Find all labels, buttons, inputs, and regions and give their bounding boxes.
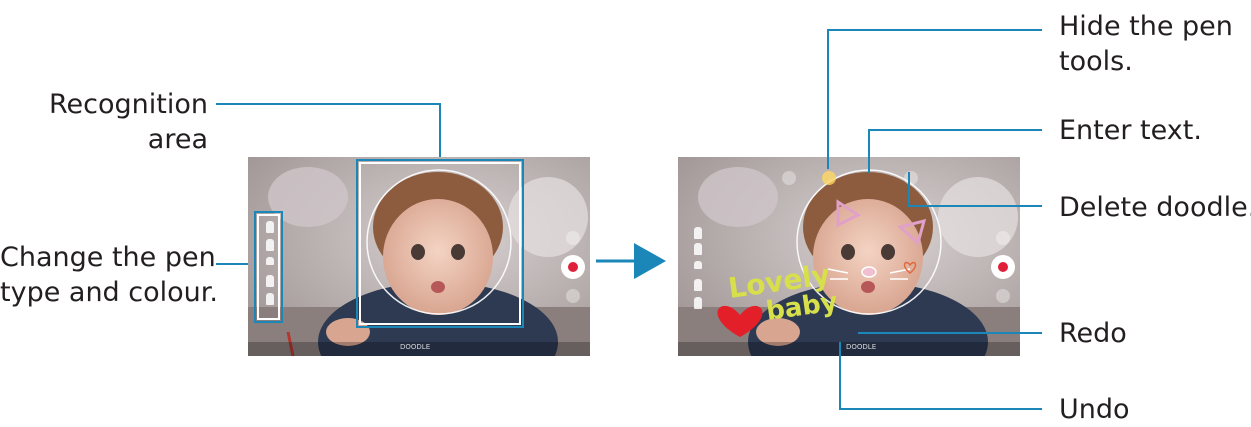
callout-delete-h — [908, 205, 1042, 207]
pen-icon[interactable] — [694, 227, 702, 239]
pen-icon[interactable] — [694, 279, 702, 291]
callout-recognition-h — [216, 103, 441, 105]
record-icon[interactable] — [991, 255, 1015, 279]
pen-toggle-icon[interactable] — [782, 171, 796, 185]
label-recognition-area-1: Recognition — [49, 89, 208, 120]
label-redo: Redo — [1059, 318, 1127, 349]
label-undo: Undo — [1059, 394, 1130, 425]
label-recognition-area-2: area — [147, 124, 208, 155]
callout-text-h — [868, 129, 1042, 131]
pen-tools-highlight — [254, 211, 283, 323]
settings-icon[interactable] — [566, 289, 580, 303]
label-delete-doodle: Delete doodle. — [1059, 192, 1251, 223]
record-icon[interactable] — [561, 255, 585, 279]
pen-icon[interactable] — [694, 297, 702, 309]
arrow-right-icon — [596, 243, 666, 279]
text-icon[interactable] — [822, 171, 836, 185]
settings-icon[interactable] — [996, 231, 1010, 245]
mode-label: DOODLE — [846, 343, 877, 351]
settings-icon[interactable] — [996, 289, 1010, 303]
callout-undo-v — [839, 342, 841, 410]
callout-hide-pen-v — [827, 29, 829, 169]
pen-icon[interactable] — [694, 261, 702, 269]
callout-hide-pen-h — [827, 29, 1042, 31]
settings-icon[interactable] — [566, 231, 580, 245]
callout-recognition-v — [439, 103, 441, 161]
label-change-pen-2: type and colour. — [0, 277, 218, 308]
callout-delete-v — [908, 172, 910, 207]
callout-text-v — [868, 129, 870, 173]
label-change-pen-1: Change the pen — [0, 242, 216, 273]
delete-icon[interactable] — [904, 171, 918, 185]
label-enter-text: Enter text. — [1059, 115, 1202, 146]
label-hide-pen-1: Hide the pen — [1059, 11, 1233, 42]
callout-undo-h — [839, 408, 1042, 410]
recognition-circle — [366, 169, 512, 315]
camera-screen-after: Lovely baby DOODLE — [678, 157, 1020, 356]
mode-label: DOODLE — [400, 343, 431, 351]
label-hide-pen-2: tools. — [1059, 46, 1133, 77]
pen-icon[interactable] — [694, 243, 702, 255]
callout-redo-h — [858, 332, 1042, 334]
scene-photo — [678, 157, 1020, 356]
